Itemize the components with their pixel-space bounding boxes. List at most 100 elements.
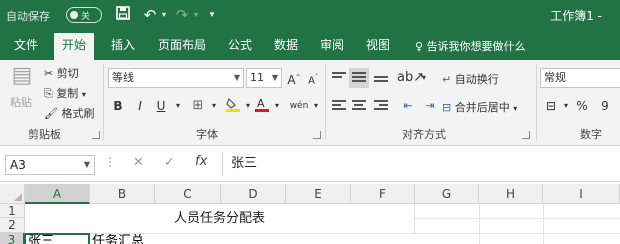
group-divider — [536, 64, 537, 140]
name-box-value: A3 — [10, 158, 26, 172]
worksheet-grid[interactable]: A B C D E F G H I 1 2 3 人员任务分配表 张三 任务汇总 — [0, 184, 620, 244]
font-name-dropdown-icon: ▼ — [233, 73, 240, 82]
font-group-label: 字体 — [196, 128, 218, 141]
save-icon[interactable] — [113, 5, 133, 25]
copy-icon: ⎘ — [44, 87, 53, 100]
font-size-box[interactable]: 11 ▼ — [246, 68, 282, 88]
wrap-text-button[interactable]: ↵ 自动换行 — [442, 71, 499, 87]
enter-icon[interactable]: ✓ — [164, 155, 175, 170]
align-bottom-icon[interactable] — [374, 72, 388, 84]
font-size-dropdown-icon: ▼ — [271, 73, 278, 82]
gridline — [543, 204, 544, 244]
copy-button[interactable]: ⎘ 复制 ▾ — [44, 85, 86, 101]
number-format-box[interactable]: 常规 — [540, 68, 620, 88]
formula-input[interactable]: 张三 — [222, 153, 620, 175]
table-title-cell[interactable]: 人员任务分配表 — [25, 204, 415, 233]
column-header-g[interactable]: G — [415, 184, 479, 204]
tell-me-text: 告诉我你想要做什么 — [426, 40, 526, 53]
tab-review[interactable]: 审阅 — [312, 36, 352, 60]
phonetic-dropdown-icon[interactable]: ▾ — [306, 96, 326, 116]
wrap-text-label: 自动换行 — [454, 73, 499, 86]
tab-data[interactable]: 数据 — [266, 36, 306, 60]
alignment-launcher-icon[interactable] — [522, 131, 530, 139]
autosave-toggle[interactable]: 关 — [66, 7, 102, 23]
row-header-1[interactable]: 1 — [0, 204, 25, 218]
paste-icon[interactable]: ▤ — [9, 65, 35, 96]
tab-formulas[interactable]: 公式 — [220, 36, 260, 60]
clipboard-group-label: 剪贴板 — [28, 128, 61, 141]
cell-a3[interactable]: 张三 — [28, 233, 88, 244]
copy-label: 复制 — [56, 87, 79, 100]
percent-button[interactable]: % — [572, 96, 592, 116]
align-right-icon[interactable] — [374, 100, 388, 112]
customize-qat-icon[interactable]: ▾ — [202, 5, 222, 25]
align-left-icon[interactable] — [332, 100, 346, 112]
column-header-f[interactable]: F — [351, 184, 415, 204]
gridline — [415, 218, 620, 219]
column-header-e[interactable]: E — [286, 184, 351, 204]
formula-bar-grip-icon[interactable]: ⋮ — [104, 155, 116, 169]
group-divider — [325, 64, 326, 140]
brush-icon: 🖌 — [44, 107, 58, 120]
align-top-icon[interactable] — [332, 72, 346, 84]
merge-center-button[interactable]: ⊟ 合并后居中 ▾ — [442, 99, 517, 115]
decrease-indent-icon[interactable]: ⇤ — [398, 96, 418, 116]
cut-button[interactable]: ✂ 剪切 — [44, 65, 79, 81]
shrink-font-icon[interactable]: Aˇ — [303, 68, 323, 88]
column-header-d[interactable]: D — [221, 184, 286, 204]
select-all-button[interactable] — [0, 184, 25, 204]
ribbon-tabs: 文件 开始 插入 页面布局 公式 数据 审阅 视图 ♀ 告诉我你想要做什么 — [0, 30, 620, 60]
tab-page-layout[interactable]: 页面布局 — [150, 36, 214, 60]
column-header-b[interactable]: B — [90, 184, 155, 204]
font-color-dropdown-icon[interactable]: ▾ — [267, 96, 287, 116]
column-header-h[interactable]: H — [479, 184, 543, 204]
orientation-dropdown-icon[interactable]: ▾ — [414, 68, 434, 88]
tab-insert[interactable]: 插入 — [103, 36, 143, 60]
column-header-c[interactable]: C — [155, 184, 221, 204]
name-box[interactable]: A3 ▼ — [5, 155, 95, 175]
grow-font-icon[interactable]: A^ — [284, 68, 304, 88]
ribbon-home: ▤ 粘贴 ✂ 剪切 ⎘ 复制 ▾ 🖌 格式刷 剪贴板 等线 ▼ 11 ▼ A^ Aˇ… — [0, 60, 620, 146]
format-painter-label: 格式刷 — [61, 107, 95, 120]
cell-b3[interactable]: 任务汇总 — [92, 233, 222, 244]
column-header-a[interactable]: A — [25, 184, 90, 204]
autosave-state: 关 — [81, 12, 91, 22]
scissors-icon: ✂ — [44, 67, 54, 80]
row-header-2[interactable]: 2 — [0, 218, 25, 233]
font-size-value: 11 — [250, 71, 264, 84]
insert-function-button[interactable]: fx — [195, 154, 207, 169]
underline-dropdown-icon[interactable]: ▾ — [168, 96, 188, 116]
gridline — [479, 204, 480, 244]
tell-me-box[interactable]: ♀ 告诉我你想要做什么 — [415, 38, 526, 54]
merge-dropdown-icon[interactable]: ▾ — [513, 104, 517, 113]
format-painter-button[interactable]: 🖌 格式刷 — [44, 105, 94, 121]
tab-view[interactable]: 视图 — [358, 36, 398, 60]
toggle-knob — [70, 11, 78, 19]
tab-home[interactable]: 开始 — [54, 33, 95, 60]
cut-label: 剪切 — [56, 67, 79, 80]
tab-file[interactable]: 文件 — [6, 36, 46, 60]
align-center-icon[interactable] — [352, 100, 366, 112]
document-title: 工作簿1 - — [550, 9, 602, 23]
increase-indent-icon[interactable]: ⇥ — [420, 96, 440, 116]
undo-dropdown-icon[interactable]: ▾ — [154, 5, 174, 25]
cancel-icon[interactable]: ✕ — [133, 155, 144, 170]
italic-button[interactable]: I — [130, 96, 150, 116]
comma-style-button[interactable]: 9 — [595, 96, 615, 116]
column-header-i[interactable]: I — [543, 184, 620, 204]
borders-dropdown-icon[interactable]: ▾ — [204, 96, 224, 116]
bold-button[interactable]: B — [108, 96, 128, 116]
autosave-label: 自动保存 — [6, 10, 50, 23]
group-divider — [103, 64, 104, 140]
merge-center-icon: ⊟ — [442, 101, 452, 114]
alignment-group-label: 对齐方式 — [402, 128, 446, 141]
copy-dropdown-icon[interactable]: ▾ — [82, 90, 86, 99]
paste-button[interactable]: 粘贴 — [10, 94, 32, 110]
lightbulb-icon: ♀ — [415, 40, 427, 53]
formula-bar: A3 ▼ ⋮ ✕ ✓ fx 张三 — [0, 146, 620, 182]
row-header-3[interactable]: 3 — [0, 233, 25, 244]
name-box-dropdown-icon: ▼ — [83, 160, 90, 169]
clipboard-launcher-icon[interactable] — [92, 131, 100, 139]
font-name-box[interactable]: 等线 ▼ — [108, 68, 244, 88]
font-launcher-icon[interactable] — [313, 131, 321, 139]
